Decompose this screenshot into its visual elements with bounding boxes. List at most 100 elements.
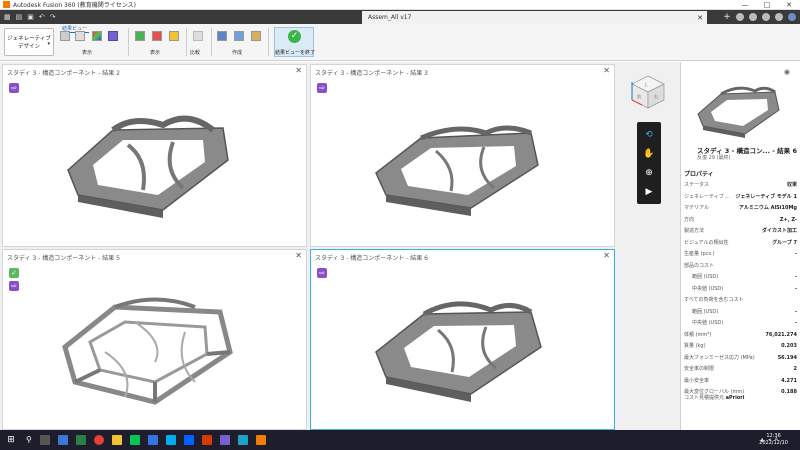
result-model-6[interactable] xyxy=(366,282,566,407)
property-label: 範囲 (USD) xyxy=(692,308,719,315)
green-body-icon[interactable] xyxy=(135,31,145,41)
outlook-icon[interactable] xyxy=(237,435,248,445)
minimize-button[interactable]: — xyxy=(734,0,756,10)
property-row: 安全率の制限 2 xyxy=(684,364,797,376)
camera-icon[interactable]: ▶ xyxy=(646,186,653,198)
ribbon-separator xyxy=(211,28,212,56)
property-value: グループ 7 xyxy=(772,239,797,246)
export-model-icon[interactable] xyxy=(234,31,244,41)
dropbox-icon[interactable] xyxy=(183,435,194,445)
result-panel-2[interactable]: スタディ 3 - 構造コンポーネント - 結果 2 ✕ ⇨ xyxy=(2,64,307,247)
property-label: 最大フォンミーゼス応力 (MPa) xyxy=(684,354,755,361)
skype-icon[interactable] xyxy=(165,435,176,445)
compare-badge-icon[interactable]: ⇨ xyxy=(9,281,19,291)
property-row: 最大フォンミーゼス応力 (MPa) 56.194 xyxy=(684,353,797,365)
ribbon-separator xyxy=(186,28,187,56)
color-cube-icon[interactable] xyxy=(92,31,102,41)
finish-results-view-label: 結果ビューを終了 xyxy=(275,50,316,56)
document-tab-label: Assem_All v17 xyxy=(368,14,412,21)
result-panel-6[interactable]: スタディ 3 - 構造コンポーネント - 結果 6 ✕ ⇨ xyxy=(310,249,615,430)
property-label: 安全率の制限 xyxy=(684,366,715,372)
taskbar-clock[interactable]: 12:36 2022/12/10 xyxy=(759,433,788,447)
group-label-display-2: 表示 xyxy=(150,50,161,56)
notifications-icon[interactable] xyxy=(762,13,770,21)
line-icon[interactable] xyxy=(129,435,140,445)
check-icon: ✓ xyxy=(288,30,301,43)
panel-close-icon[interactable]: ✕ xyxy=(603,251,610,260)
task-view-icon[interactable] xyxy=(39,435,50,445)
job-status-icon[interactable] xyxy=(749,13,757,21)
compare-panel-icon[interactable] xyxy=(108,31,118,41)
compare-badge-icon[interactable]: ⇨ xyxy=(317,268,327,278)
zoom-icon[interactable]: ⊕ xyxy=(645,167,653,179)
powerpoint-icon[interactable] xyxy=(201,435,212,445)
property-row: マテリアル アルミニウム AlSi10Mg xyxy=(684,203,797,215)
pan-hand-icon[interactable]: ✋ xyxy=(643,148,654,160)
teams-icon[interactable] xyxy=(57,435,68,445)
selected-result-thumbnail[interactable] xyxy=(693,76,789,142)
view-cube[interactable]: 上 前 右 xyxy=(628,72,668,112)
result-model-2[interactable] xyxy=(53,100,253,220)
file-menu-icon[interactable]: ▤ xyxy=(16,13,23,21)
property-label: マテリアル xyxy=(684,205,709,211)
search-icon[interactable]: ⚲ xyxy=(26,435,32,445)
result-model-3[interactable] xyxy=(366,103,566,223)
panel-close-icon[interactable]: ✕ xyxy=(295,251,302,260)
result-panel-title: スタディ 3 - 構造コンポーネント - 結果 6 xyxy=(315,255,428,262)
new-tab-icon[interactable]: + xyxy=(723,13,731,22)
property-row: 体積 (mm³) 76,021.274 xyxy=(684,330,797,342)
compare-icon[interactable] xyxy=(193,31,203,41)
fusion-taskbar-icon[interactable] xyxy=(255,435,266,445)
redo-icon[interactable]: ↷ xyxy=(50,13,56,21)
create-design-icon[interactable] xyxy=(251,31,261,41)
extensions-icon[interactable] xyxy=(736,13,744,21)
capture-image-icon[interactable]: ◉ xyxy=(784,68,790,76)
help-icon[interactable] xyxy=(775,13,783,21)
result-model-5[interactable] xyxy=(55,282,255,412)
ribbon-separator xyxy=(128,28,129,56)
property-value: Z+, Z- xyxy=(779,216,797,223)
save-icon[interactable]: ▣ xyxy=(27,13,34,21)
user-avatar[interactable] xyxy=(788,13,796,21)
property-row: 中央値 (USD) - xyxy=(684,318,797,330)
yellow-body-icon[interactable] xyxy=(169,31,179,41)
data-panel-grid-icon[interactable]: ▦ xyxy=(4,13,11,21)
word-icon[interactable] xyxy=(147,435,158,445)
excel-icon[interactable] xyxy=(75,435,86,445)
data-table-icon[interactable] xyxy=(217,31,227,41)
group-label-display-1: 表示 xyxy=(82,50,93,56)
compare-badge-icon[interactable]: ⇨ xyxy=(9,83,19,93)
property-label: ステータス xyxy=(684,182,710,188)
windows-start-icon[interactable]: ⊞ xyxy=(0,430,22,450)
compare-badge-icon[interactable]: ⇨ xyxy=(317,83,327,93)
orbit-icon[interactable]: ⟲ xyxy=(645,129,653,141)
property-value: - xyxy=(794,251,797,257)
property-row: 部品のコスト xyxy=(684,261,797,273)
property-label: 最小安全率 xyxy=(684,377,710,384)
properties-section-title: プロパティ xyxy=(684,171,714,178)
panel-close-icon[interactable]: ✕ xyxy=(295,66,302,75)
close-window-button[interactable]: ✕ xyxy=(778,0,800,10)
maximize-button[interactable]: □ xyxy=(756,0,778,10)
red-body-icon[interactable] xyxy=(152,31,162,41)
property-row: 生産量 (pcs.) - xyxy=(684,249,797,261)
cube-view-icon[interactable] xyxy=(60,31,70,41)
result-panel-3[interactable]: スタディ 3 - 構造コンポーネント - 結果 3 ✕ ⇨ xyxy=(310,64,615,247)
app-icon[interactable] xyxy=(219,435,230,445)
property-label: ビジュアルの類似性 xyxy=(684,239,729,246)
property-value: ダイカスト加工 xyxy=(761,228,797,234)
property-value: - xyxy=(794,285,797,292)
property-value: 4.271 xyxy=(781,377,797,384)
file-explorer-icon[interactable] xyxy=(111,435,122,445)
panel-close-icon[interactable]: ✕ xyxy=(603,66,610,75)
cost-provider-label: コスト見積提供元 xyxy=(684,395,725,401)
property-row: すべての負荷を含むコスト xyxy=(684,295,797,307)
workspace-switcher-button[interactable]: ジェネレーティブ デザイン ▾ xyxy=(4,28,54,56)
undo-icon[interactable]: ↶ xyxy=(39,13,45,21)
cube-outline-icon[interactable] xyxy=(75,31,85,41)
chrome-icon[interactable] xyxy=(93,435,104,445)
result-panel-5[interactable]: スタディ 3 - 構造コンポーネント - 結果 5 ✕ ✓ ⇨ xyxy=(2,249,307,430)
document-tab-close-icon[interactable]: ✕ xyxy=(697,14,703,22)
finish-results-view-button[interactable]: ✓ 結果ビューを終了 xyxy=(274,27,316,57)
document-tab[interactable]: Assem_All v17 ✕ xyxy=(362,11,707,24)
